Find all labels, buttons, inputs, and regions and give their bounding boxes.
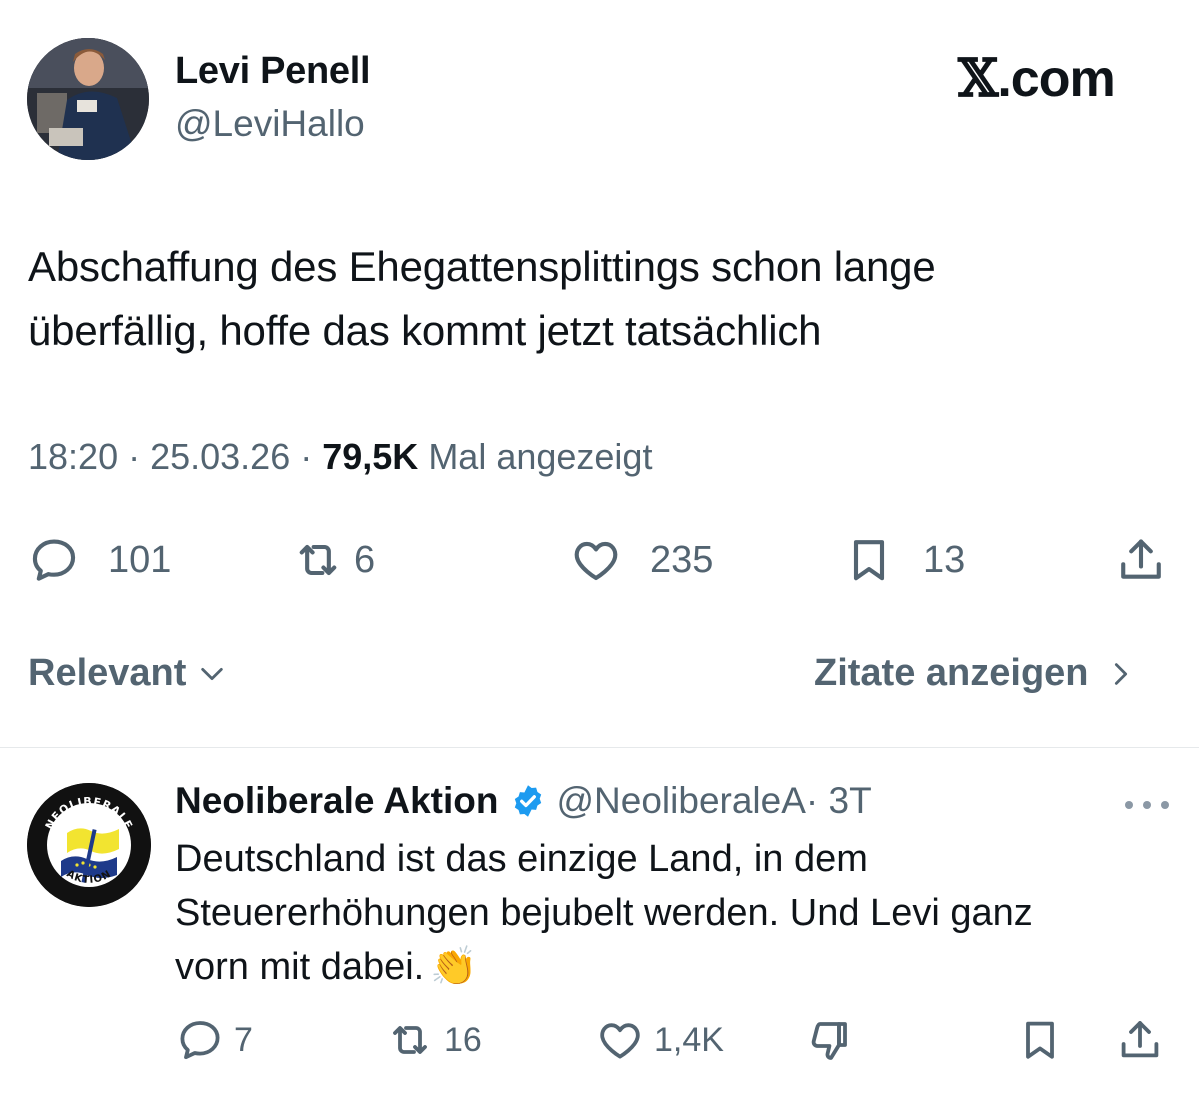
reply-actions: 7 16 1,4K (0, 1012, 1199, 1068)
share-icon (1121, 539, 1161, 579)
reply-count: 101 (108, 538, 172, 581)
heart-icon (574, 541, 618, 581)
reply-like-button[interactable]: 1,4K (596, 1012, 724, 1068)
reply-author-handle[interactable]: @NeoliberaleA (556, 780, 805, 822)
view-quotes-link[interactable]: Zitate anzeigen (814, 652, 1135, 695)
view-count-label: Mal angezeigt (418, 436, 653, 477)
reply-bookmark-button[interactable] (1016, 1012, 1064, 1068)
reply-button[interactable]: 101 (28, 528, 171, 592)
bookmark-icon (853, 540, 885, 581)
sort-dropdown[interactable]: Relevant (28, 652, 226, 695)
dot-icon (1161, 801, 1169, 809)
share-icon (1121, 1021, 1159, 1058)
reply-like-count: 1,4K (654, 1020, 724, 1059)
reply-line-3: vorn mit dabei. 👏 (175, 940, 1165, 994)
more-options-button[interactable] (1125, 785, 1169, 825)
tweet-line-2: überfällig, hoffe das kommt jetzt tatsäc… (28, 307, 822, 354)
reply-share-button[interactable] (1116, 1012, 1164, 1068)
bookmark-button[interactable]: 13 (843, 528, 965, 592)
reply-header: Neoliberale Aktion @NeoliberaleA · 3T (175, 780, 872, 822)
reply-line-1: Deutschland ist das einzige Land, in dem (175, 838, 868, 880)
meta-separator: · (290, 436, 323, 477)
author-handle[interactable]: @LeviHallo (175, 103, 365, 145)
repost-icon (299, 544, 337, 576)
clapping-emoji: 👏 (430, 946, 478, 988)
reply-line-3-text: vorn mit dabei. (175, 946, 425, 988)
repost-button[interactable]: 6 (292, 528, 375, 592)
reply-icon (32, 539, 76, 581)
tweet-line-1: Abschaffung des Ehegattensplittings scho… (28, 243, 936, 290)
share-button[interactable] (1115, 528, 1167, 592)
chevron-down-icon (201, 667, 224, 680)
x-brand-suffix: .com (997, 50, 1115, 108)
x-logo: 𝕏.com (958, 48, 1116, 109)
repost-icon (393, 1026, 427, 1054)
author-avatar[interactable] (27, 38, 149, 160)
reply-icon (180, 1021, 220, 1060)
tweet-actions: 101 6 235 13 (0, 528, 1199, 592)
like-count: 235 (650, 538, 714, 581)
chevron-right-icon (1114, 662, 1127, 685)
reply-age: · 3T (805, 780, 872, 821)
x-brand-glyph: 𝕏 (958, 48, 998, 109)
reply-author-name[interactable]: Neoliberale Aktion (175, 780, 498, 822)
reply-author-avatar[interactable]: NEOLIBERALE AKTION (27, 783, 151, 907)
reply-text: Deutschland ist das einzige Land, in dem… (175, 832, 1165, 994)
thumbs-down-icon (811, 1022, 847, 1060)
view-quotes-label: Zitate anzeigen (814, 652, 1089, 694)
tweet-meta: 18:20 · 25.03.26 · 79,5K Mal angezeigt (28, 436, 652, 478)
dot-icon (1125, 801, 1133, 809)
like-button[interactable]: 235 (570, 528, 713, 592)
tweet-date[interactable]: 25.03.26 (150, 436, 290, 477)
view-count: 79,5K (322, 436, 419, 477)
divider (0, 747, 1199, 748)
heart-icon (600, 1023, 640, 1059)
bookmark-count: 13 (923, 538, 966, 581)
meta-separator: · (118, 436, 151, 477)
reply-line-2: Steuererhöhungen bejubelt werden. Und Le… (175, 892, 1033, 934)
bookmark-icon (1026, 1021, 1054, 1059)
tweet-time[interactable]: 18:20 (28, 436, 118, 477)
reply-reply-count: 7 (234, 1020, 253, 1059)
dot-icon (1143, 801, 1151, 809)
author-name[interactable]: Levi Penell (175, 50, 371, 93)
reply-repost-button[interactable]: 16 (386, 1012, 482, 1068)
downvote-button[interactable] (806, 1012, 854, 1068)
reply-repost-count: 16 (444, 1020, 482, 1059)
reply-reply-button[interactable]: 7 (176, 1012, 253, 1068)
tweet-text: Abschaffung des Ehegattensplittings scho… (28, 235, 1158, 363)
verified-badge-icon (515, 785, 542, 817)
repost-count: 6 (354, 538, 376, 581)
sort-label: Relevant (28, 652, 187, 694)
